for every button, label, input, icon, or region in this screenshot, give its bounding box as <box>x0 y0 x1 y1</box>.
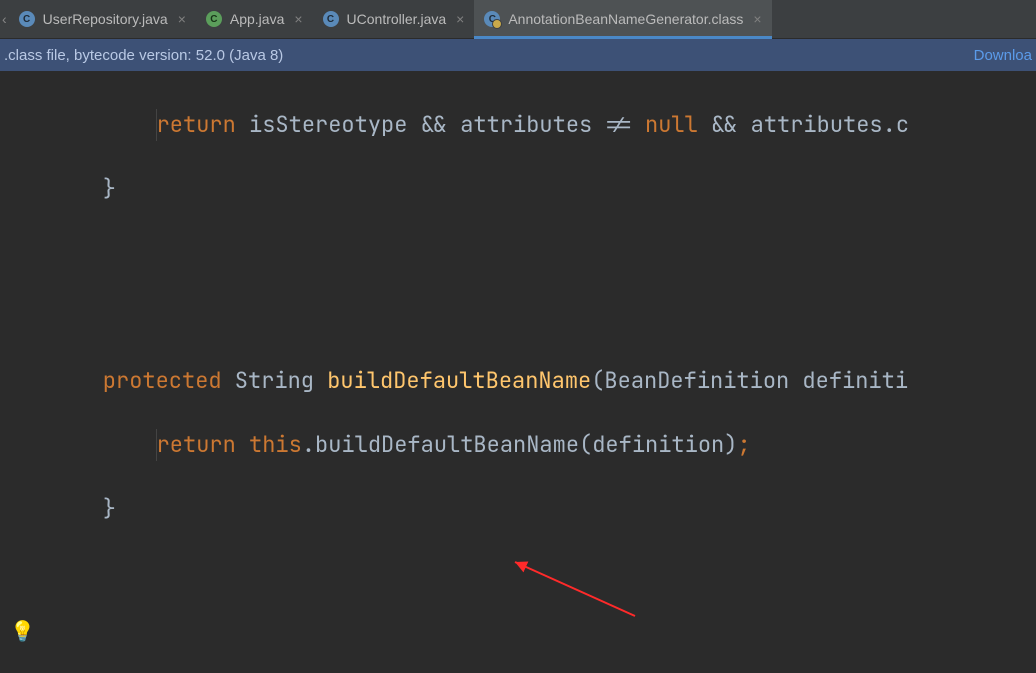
tab-label: App.java <box>230 11 284 27</box>
code-text: } <box>50 173 1036 205</box>
tab-label: UserRepository.java <box>43 11 168 27</box>
tab-label: UController.java <box>347 11 447 27</box>
keyword: return <box>157 110 236 139</box>
keyword: this <box>249 430 302 459</box>
close-icon[interactable]: × <box>456 11 464 27</box>
tab-app[interactable]: C App.java × <box>196 0 313 38</box>
code-text: && attributes.c <box>698 110 909 139</box>
code-editor[interactable]: return isStereotype && attributes != nul… <box>0 71 1036 673</box>
tab-label: AnnotationBeanNameGenerator.class <box>508 11 743 27</box>
code-text: String <box>222 366 328 395</box>
code-text: isStereotype && attributes != <box>236 110 645 139</box>
tab-user-repository[interactable]: C UserRepository.java × <box>9 0 196 38</box>
java-compiled-class-icon: C <box>484 11 500 27</box>
java-run-class-icon: C <box>206 11 222 27</box>
semicolon: ; <box>737 430 750 459</box>
close-icon[interactable]: × <box>178 11 186 27</box>
tab-ucontroller[interactable]: C UController.java × <box>313 0 475 38</box>
tab-annotation-bean-name-generator[interactable]: C AnnotationBeanNameGenerator.class × <box>474 0 771 38</box>
close-icon[interactable]: × <box>753 11 761 27</box>
close-icon[interactable]: × <box>294 11 302 27</box>
java-class-icon: C <box>19 11 35 27</box>
keyword: return <box>157 430 236 459</box>
tab-scroll-left-icon[interactable]: ‹ <box>0 0 9 38</box>
tab-bar: ‹ C UserRepository.java × C App.java × C… <box>0 0 1036 39</box>
keyword: null <box>645 110 698 139</box>
method-name: buildDefaultBeanName <box>327 366 591 395</box>
code-text: } <box>50 493 1036 525</box>
code-text: .buildDefaultBeanName(definition) <box>302 430 738 459</box>
code-text: (BeanDefinition definiti <box>591 366 908 395</box>
download-sources-link[interactable]: Downloa <box>974 47 1032 64</box>
intention-bulb-icon[interactable]: 💡 <box>10 615 35 647</box>
java-class-icon: C <box>323 11 339 27</box>
keyword: protected <box>50 366 222 395</box>
decompiler-banner-text: .class file, bytecode version: 52.0 (Jav… <box>4 47 283 64</box>
decompiler-banner: .class file, bytecode version: 52.0 (Jav… <box>0 39 1036 71</box>
